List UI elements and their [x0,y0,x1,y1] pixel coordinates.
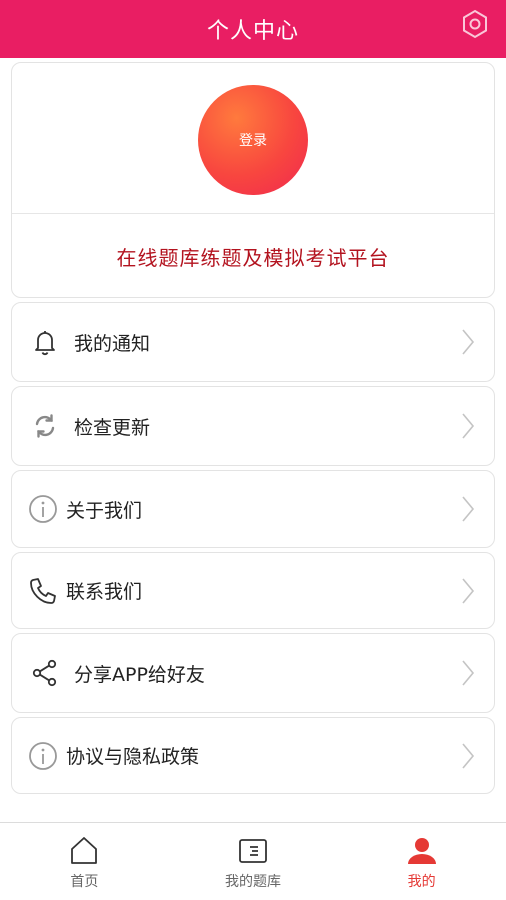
tab-mine-label: 我的 [407,874,436,890]
chevron-right-icon [458,327,478,357]
chevron-right-icon [458,411,478,441]
tab-question-bank[interactable]: 我的题库 [169,823,338,900]
menu-label-privacy: 协议与隐私政策 [66,746,200,768]
info-icon [26,739,60,773]
info-icon [26,492,60,526]
menu-item-check-update[interactable]: 检查更新 [11,386,495,466]
bell-icon [28,325,62,359]
tab-mine[interactable]: 我的 [337,823,506,900]
menu-item-contact[interactable]: 联系我们 [11,552,495,629]
refresh-icon [28,409,62,443]
bottom-tab-bar: 首页 我的题库 我的 [0,822,506,900]
menu-label-notifications: 我的通知 [74,332,151,355]
menu-label-share: 分享APP给好友 [74,663,205,686]
chevron-right-icon [458,658,478,688]
menu-label-about: 关于我们 [66,499,143,522]
top-bar: 个人中心 [0,0,506,58]
menu-item-privacy[interactable]: 协议与隐私政策 [11,717,495,794]
menu-item-share[interactable]: 分享APP给好友 [11,633,495,713]
settings-hex-icon [463,9,487,39]
home-icon [68,835,100,867]
menu-item-notifications[interactable]: 我的通知 [11,302,495,382]
tab-home[interactable]: 首页 [0,823,169,900]
avatar-area: 登录 [12,63,494,214]
chevron-right-icon [458,576,478,606]
question-bank-icon [237,835,269,867]
chevron-right-icon [458,741,478,771]
tab-question-bank-label: 我的题库 [225,874,281,890]
phone-icon [26,574,60,608]
slogan-text: 在线题库练题及模拟考试平台 [116,245,390,270]
tab-home-label: 首页 [70,874,99,890]
profile-card: 登录 在线题库练题及模拟考试平台 [11,62,495,298]
menu-label-check-update: 检查更新 [74,416,151,439]
chevron-right-icon [458,494,478,524]
menu-item-about[interactable]: 关于我们 [11,470,495,548]
settings-button[interactable] [460,9,490,39]
user-icon [406,835,438,867]
login-button[interactable]: 登录 [198,85,308,195]
page-title: 个人中心 [206,19,299,44]
share-icon [28,656,62,690]
menu-label-contact: 联系我们 [66,581,143,603]
